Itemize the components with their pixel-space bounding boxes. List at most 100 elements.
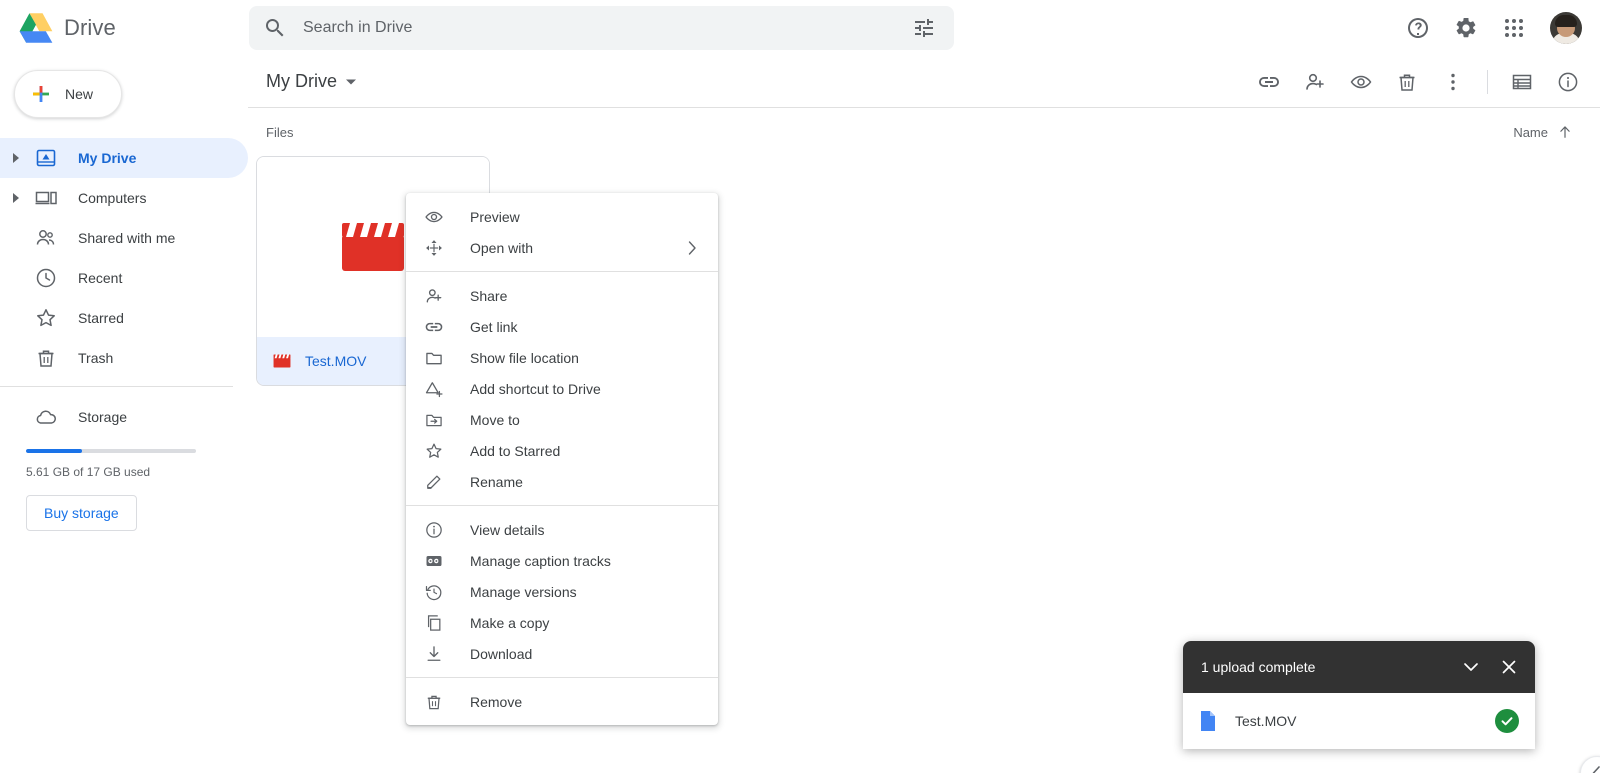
drive-logo-icon [19,13,53,43]
google-apps-button[interactable] [1492,6,1536,50]
chevron-down-icon [346,79,356,84]
search-bar[interactable] [249,6,954,50]
menu-item-download[interactable]: Download [406,638,718,669]
sidebar-nav: My Drive Computers Shared with me Recent… [0,138,248,378]
get-link-button[interactable] [1247,60,1291,104]
storage-usage-text: 5.61 GB of 17 GB used [26,465,151,479]
files-section-header: Files Name [248,108,1600,156]
details-button[interactable] [1546,60,1590,104]
menu-item-label: Get link [470,318,518,335]
list-view-button[interactable] [1500,60,1544,104]
buy-storage-button[interactable]: Buy storage [26,495,137,531]
top-right-actions [1396,0,1586,56]
download-icon [422,642,446,666]
storage-bar [26,449,196,453]
apps-grid-icon [1505,19,1523,37]
menu-item-label: Add to Starred [470,442,561,459]
more-actions-button[interactable] [1431,60,1475,104]
info-icon [1558,72,1578,91]
video-clapperboard-icon [273,354,291,368]
collapse-panel-button[interactable] [1580,756,1600,773]
sidebar-item-recent[interactable]: Recent [0,258,248,298]
menu-item-share[interactable]: Share [406,280,718,311]
cloud-icon [28,405,64,429]
menu-item-manage-caption-tracks[interactable]: Manage caption tracks [406,545,718,576]
sidebar-item-my-drive[interactable]: My Drive [0,138,248,178]
drive-app: Drive Search in Drive New My Drive Compu… [0,0,1600,773]
menu-item-remove[interactable]: Remove [406,686,718,717]
storage-section: Storage 5.61 GB of 17 GB used Buy storag… [0,397,248,531]
menu-divider [406,677,718,678]
eye-icon [422,205,446,229]
sidebar-item-computers[interactable]: Computers [0,178,248,218]
menu-item-show-file-location[interactable]: Show file location [406,342,718,373]
sidebar-item-label: Starred [78,310,124,326]
person-add-icon [1306,73,1324,90]
move-to-icon [422,408,446,432]
trash-icon [422,690,446,714]
search-input[interactable] [303,19,912,37]
clock-icon [28,266,64,290]
sidebar-item-label: My Drive [78,150,137,166]
sidebar-item-trash[interactable]: Trash [0,338,248,378]
upload-file-name: Test.MOV [1235,713,1297,729]
tune-icon[interactable] [912,16,936,40]
menu-item-preview[interactable]: Preview [406,201,718,232]
settings-button[interactable] [1444,6,1488,50]
sidebar-item-storage[interactable]: Storage [0,397,248,437]
info-icon [422,518,446,542]
menu-item-rename[interactable]: Rename [406,466,718,497]
pencil-icon [422,470,446,494]
sidebar-item-starred[interactable]: Starred [0,298,248,338]
sidebar-item-label: Recent [78,270,123,286]
menu-item-label: Remove [470,693,523,710]
computers-icon [28,186,64,210]
menu-item-open-with[interactable]: Open with [406,232,718,263]
menu-item-label: Download [470,645,533,662]
trash-icon [1399,73,1415,91]
menu-item-label: Share [470,287,508,304]
share-button[interactable] [1293,60,1337,104]
upload-toast: 1 upload complete Test.MOV [1183,641,1535,749]
breadcrumb-label: My Drive [266,71,337,91]
collapse-upload-button[interactable] [1453,649,1489,685]
storage-label: Storage [78,409,128,425]
menu-item-manage-versions[interactable]: Manage versions [406,576,718,607]
menu-item-label: Move to [470,411,520,428]
sort-label: Name [1513,124,1548,140]
breadcrumb[interactable]: My Drive [258,65,365,98]
remove-button[interactable] [1385,60,1429,104]
plus-icon [33,86,49,102]
menu-item-label: View details [470,521,545,538]
preview-button[interactable] [1339,60,1383,104]
menu-item-move-to[interactable]: Move to [406,404,718,435]
sidebar-item-label: Trash [78,350,114,366]
link-icon [1259,76,1279,87]
menu-item-label: Preview [470,208,520,225]
expand-caret-icon[interactable] [4,153,28,163]
top-bar: Drive [0,0,1600,56]
menu-divider [406,505,718,506]
more-vertical-icon [1451,73,1455,90]
new-button[interactable]: New [14,70,122,118]
help-button[interactable] [1396,6,1440,50]
gear-icon [1456,17,1476,38]
menu-item-view-details[interactable]: View details [406,514,718,545]
sort-control[interactable]: Name [1505,117,1582,147]
menu-item-make-a-copy[interactable]: Make a copy [406,607,718,638]
menu-item-label: Open with [470,239,534,256]
menu-item-get-link[interactable]: Get link [406,311,718,342]
menu-item-add-to-starred[interactable]: Add to Starred [406,435,718,466]
expand-caret-icon[interactable] [4,193,28,203]
menu-item-add-shortcut-to-drive[interactable]: Add shortcut to Drive [406,373,718,404]
menu-item-label: Manage versions [470,583,577,600]
new-button-label: New [65,86,94,102]
brand[interactable]: Drive [16,10,226,46]
upload-toast-item[interactable]: Test.MOV [1183,693,1535,749]
account-button[interactable] [1546,8,1586,48]
file-icon [1201,711,1215,731]
open-with-icon [422,236,446,260]
avatar [1550,12,1582,44]
close-upload-button[interactable] [1491,649,1527,685]
sidebar-item-shared-with-me[interactable]: Shared with me [0,218,248,258]
